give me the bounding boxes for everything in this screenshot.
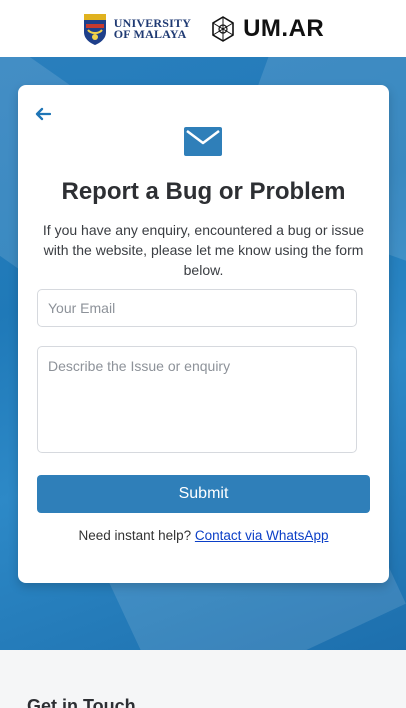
- help-prefix-text: Need instant help?: [78, 528, 192, 543]
- form-description: If you have any enquiry, encountered a b…: [42, 222, 365, 278]
- umar-logo-text: UM.AR: [243, 14, 325, 42]
- contact-via-whatsapp-link[interactable]: Contact via WhatsApp: [195, 528, 329, 543]
- envelope-icon: [184, 127, 222, 156]
- site-header: UNIVERSITY OF MALAYA UM.AR: [0, 0, 406, 57]
- help-line: Need instant help? Contact via WhatsApp: [18, 528, 389, 543]
- um-ar-icon: [212, 15, 234, 42]
- university-logo-line-2: OF MALAYA: [113, 26, 187, 41]
- issue-description-input[interactable]: [37, 346, 357, 453]
- university-crest-icon: [83, 13, 106, 45]
- page-title: Report a Bug or Problem: [61, 178, 346, 205]
- email-input[interactable]: [37, 289, 357, 327]
- back-button[interactable]: [32, 103, 54, 125]
- university-of-malaya-logo[interactable]: UNIVERSITY OF MALAYA: [82, 12, 191, 46]
- university-logo-text: UNIVERSITY OF MALAYA: [113, 17, 191, 41]
- footer-section: Get in Touch: [0, 650, 406, 708]
- report-form-card: Report a Bug or Problem If you have any …: [18, 85, 389, 583]
- footer-title: Get in Touch: [27, 696, 136, 708]
- umar-logo[interactable]: UM.AR: [209, 15, 324, 43]
- submit-button[interactable]: Submit: [37, 475, 370, 513]
- arrow-left-icon: [35, 107, 51, 121]
- hero-background: Report a Bug or Problem If you have any …: [0, 57, 406, 650]
